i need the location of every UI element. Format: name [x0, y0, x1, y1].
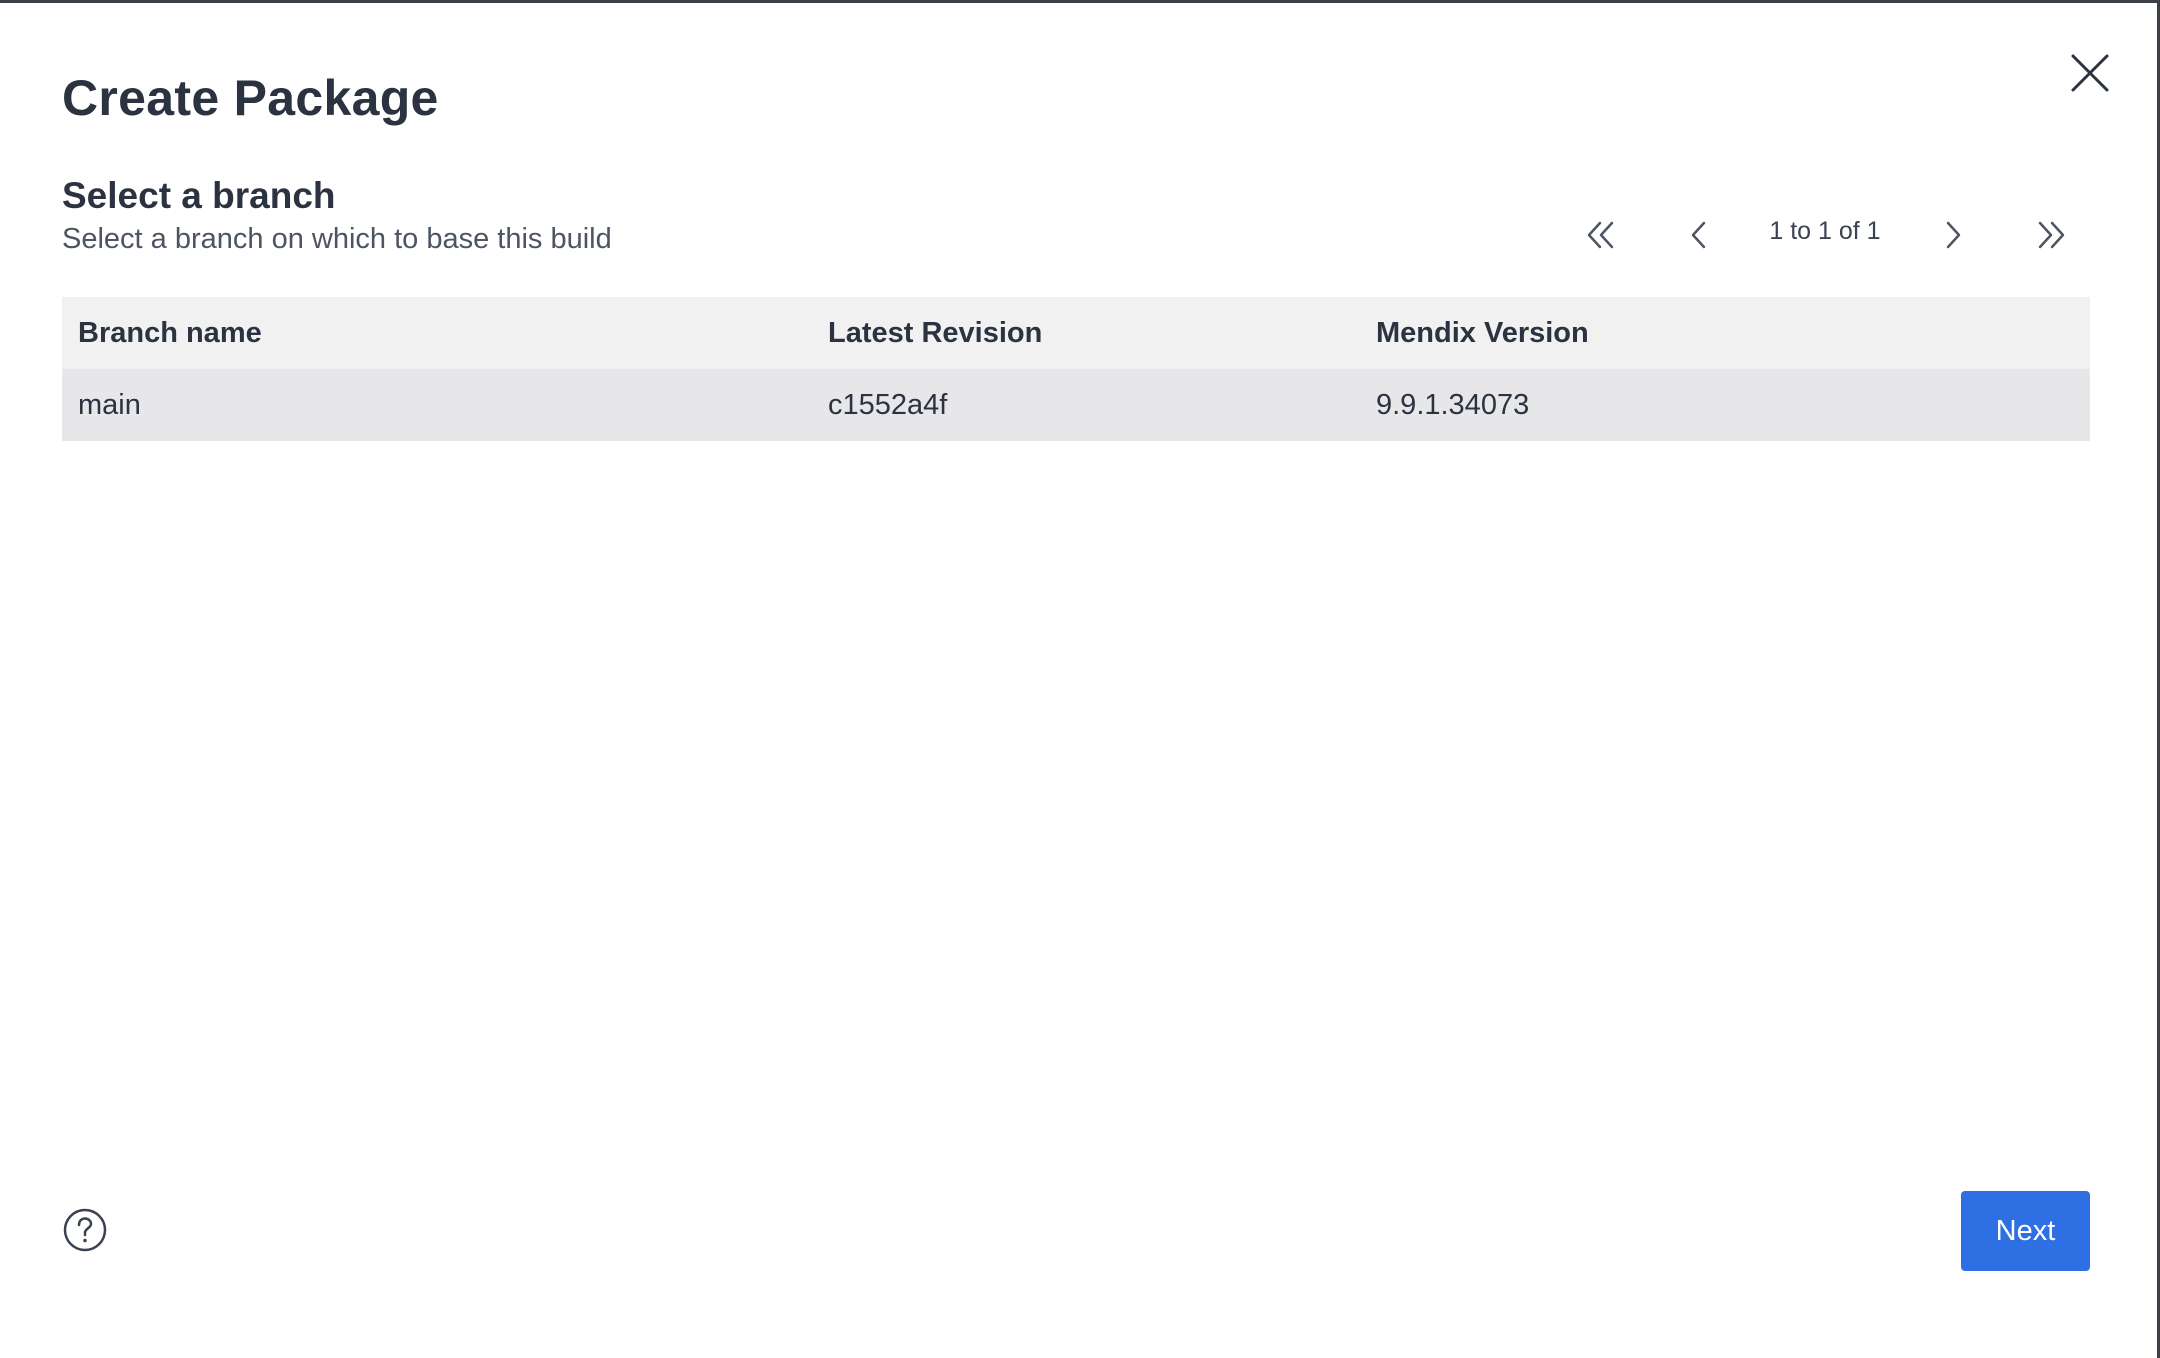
section-title: Select a branch — [62, 175, 336, 216]
help-button[interactable] — [62, 1207, 108, 1253]
section-subtitle: Select a branch on which to base this bu… — [62, 223, 612, 255]
last-page-button[interactable] — [2028, 213, 2072, 257]
cell-branch-name: main — [78, 389, 141, 421]
create-package-dialog: Create Package Select a branch Select a … — [0, 0, 2160, 1358]
chevrons-right-icon — [2038, 221, 2065, 249]
cell-mendix-version: 9.9.1.34073 — [1376, 389, 1530, 421]
table-row[interactable]: main c1552a4f 9.9.1.34073 — [62, 369, 2090, 441]
column-header-mendix-version[interactable]: Mendix Version — [1376, 297, 1589, 369]
first-page-button[interactable] — [1580, 213, 1624, 257]
next-page-button[interactable] — [1931, 213, 1975, 257]
pager-status: 1 to 1 of 1 — [1769, 217, 1881, 245]
table-header: Branch name Latest Revision Mendix Versi… — [62, 297, 2090, 369]
chevron-right-icon — [1946, 221, 1961, 249]
branch-table: Branch name Latest Revision Mendix Versi… — [62, 297, 2090, 441]
dialog-title: Create Package — [62, 70, 439, 126]
chevrons-left-icon — [1587, 221, 1614, 249]
close-icon — [2071, 54, 2109, 92]
column-header-latest-revision[interactable]: Latest Revision — [828, 297, 1042, 369]
chevron-left-icon — [1691, 221, 1706, 249]
cell-latest-revision: c1552a4f — [828, 389, 948, 421]
help-circle-icon — [63, 1208, 107, 1252]
close-button[interactable] — [2068, 51, 2112, 95]
previous-page-button[interactable] — [1677, 213, 1721, 257]
column-header-branch-name[interactable]: Branch name — [78, 297, 262, 369]
next-button[interactable]: Next — [1961, 1191, 2090, 1271]
